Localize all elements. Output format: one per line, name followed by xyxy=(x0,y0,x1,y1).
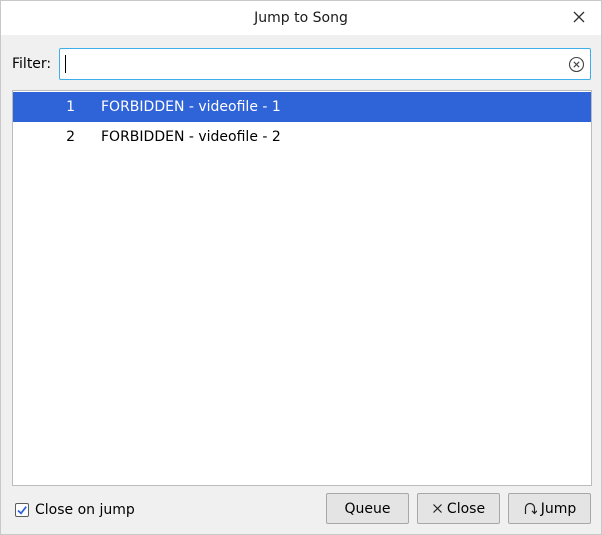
filter-input[interactable] xyxy=(64,51,564,77)
window-close-icon[interactable] xyxy=(571,9,587,25)
clear-circle-icon[interactable] xyxy=(568,56,585,73)
jump-button-label: Jump xyxy=(540,500,577,517)
queue-button-label: Queue xyxy=(344,500,391,517)
song-number: 1 xyxy=(66,99,75,115)
checkbox-box[interactable] xyxy=(15,503,29,517)
song-list[interactable]: 1 FORBIDDEN - videofile - 1 2 FORBIDDEN … xyxy=(12,90,592,486)
close-button-label: Close xyxy=(446,500,486,517)
close-button[interactable]: Close xyxy=(417,493,500,524)
jump-arrow-icon xyxy=(523,502,537,516)
jump-button[interactable]: Jump xyxy=(508,493,591,524)
filter-label: Filter: xyxy=(12,56,52,72)
song-title: FORBIDDEN - videofile - 2 xyxy=(101,129,281,145)
x-icon xyxy=(432,503,443,514)
song-title: FORBIDDEN - videofile - 1 xyxy=(101,99,281,115)
list-item[interactable]: 1 FORBIDDEN - videofile - 1 xyxy=(13,92,591,122)
title-bar[interactable]: Jump to Song xyxy=(1,1,601,35)
list-item[interactable]: 2 FORBIDDEN - videofile - 2 xyxy=(13,122,591,152)
window-title: Jump to Song xyxy=(254,10,348,26)
filter-field[interactable] xyxy=(59,48,591,80)
close-on-jump-label: Close on jump xyxy=(35,502,135,518)
checkmark-icon xyxy=(17,506,27,515)
jump-to-song-dialog: Jump to Song Filter: 1 FORBIDDEN - video… xyxy=(0,0,602,535)
queue-button[interactable]: Queue xyxy=(326,493,409,524)
song-number: 2 xyxy=(66,129,75,145)
close-on-jump-checkbox[interactable]: Close on jump xyxy=(15,502,135,518)
